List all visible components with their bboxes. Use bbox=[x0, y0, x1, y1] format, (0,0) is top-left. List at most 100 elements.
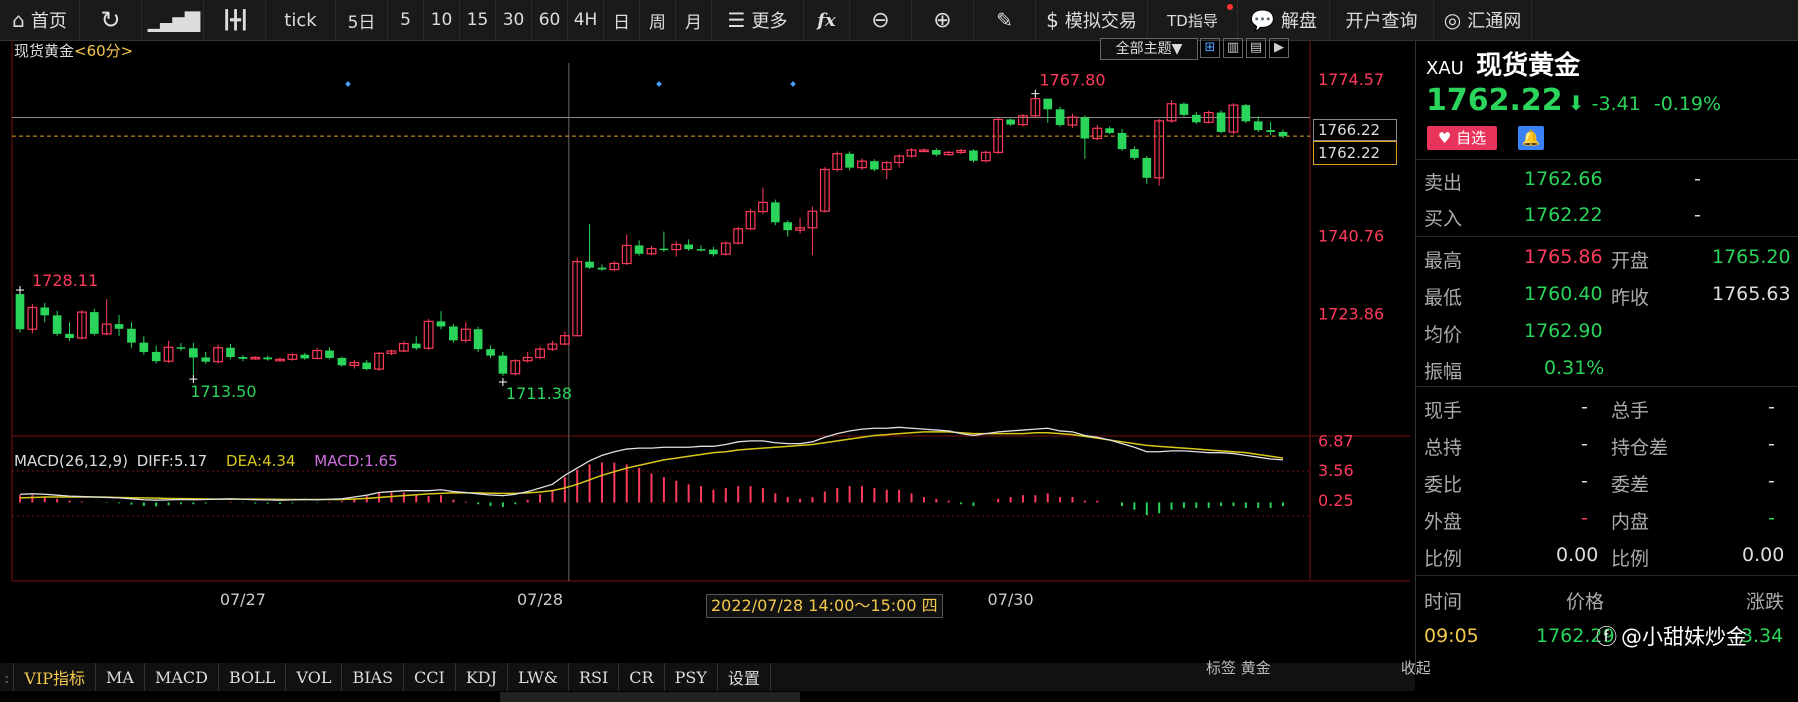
chart-area[interactable]: 1774.571740.761723.861757.676.873.560.25… bbox=[0, 38, 1415, 702]
bar-chart-button[interactable]: ▁▃▅▇ bbox=[142, 0, 204, 40]
candle-body-down bbox=[65, 333, 74, 339]
misc-row: 总持 - 持仓差 - bbox=[1416, 427, 1798, 463]
event-marker bbox=[656, 81, 662, 87]
tab-lw[interactable]: LW& bbox=[508, 663, 569, 691]
sim-trade-button[interactable]: $ 模拟交易 bbox=[1036, 0, 1148, 40]
open-account-button[interactable]: 开户查询 bbox=[1330, 0, 1434, 40]
candle-body-down bbox=[783, 222, 793, 231]
candle-body-down bbox=[337, 357, 347, 366]
tick-time: 09:05 bbox=[1424, 625, 1479, 647]
period-30[interactable]: 30 bbox=[496, 0, 532, 40]
row-value-2: - bbox=[1694, 204, 1701, 226]
candle-body-down bbox=[684, 244, 693, 250]
tab-ma[interactable]: MA bbox=[96, 663, 145, 691]
tab-bias[interactable]: BIAS bbox=[342, 663, 405, 691]
period-week[interactable]: 周 bbox=[640, 0, 676, 40]
layout-icon[interactable]: ▥ bbox=[1223, 38, 1243, 58]
bar-chart-icon: ▁▃▅▇ bbox=[147, 8, 201, 32]
event-marker bbox=[345, 81, 351, 87]
formula-button[interactable]: fx bbox=[804, 0, 850, 40]
draw-button[interactable]: ✎ bbox=[974, 0, 1036, 40]
tick-button[interactable]: tick bbox=[266, 0, 336, 40]
period-month[interactable]: 月 bbox=[676, 0, 712, 40]
candle-body-down bbox=[89, 312, 99, 334]
candle-body-down bbox=[449, 326, 458, 341]
bid-ask-row: 卖出 1762.66 - bbox=[1416, 162, 1798, 198]
period-5[interactable]: 5 bbox=[388, 0, 424, 40]
misc-value: - bbox=[1581, 396, 1588, 418]
misc-label: 现手 bbox=[1424, 400, 1463, 422]
zoom-out-button[interactable]: ⊖ bbox=[850, 0, 912, 40]
chart-tool-icons: ⊞ ▥ ▤ ▶ bbox=[1200, 38, 1289, 58]
notification-dot bbox=[1227, 4, 1233, 10]
candle-body-down bbox=[597, 267, 607, 270]
home-button[interactable]: ⌂ 首页 bbox=[0, 0, 80, 40]
candle-chart-button[interactable]: ┃╋┃ bbox=[204, 0, 266, 40]
candle-body-down bbox=[1278, 131, 1288, 137]
tab-settings[interactable]: 设置 bbox=[718, 663, 771, 691]
tick-header-time: 时间 bbox=[1424, 591, 1463, 613]
favorite-button[interactable]: ♥ 自选 bbox=[1427, 126, 1497, 150]
misc-row: 外盘 - 内盘 - bbox=[1416, 501, 1798, 537]
refresh-button[interactable]: ↻ bbox=[80, 0, 142, 40]
date-axis-label: 07/28 bbox=[517, 590, 563, 609]
tab-boll[interactable]: BOLL bbox=[219, 663, 287, 691]
crosshair-icon[interactable]: ⊞ bbox=[1200, 38, 1220, 58]
row-label: 卖出 bbox=[1424, 172, 1463, 194]
period-5day[interactable]: 5日 bbox=[336, 0, 388, 40]
play-icon[interactable]: ▶ bbox=[1269, 38, 1289, 58]
watermark-logo-icon: ⓕ bbox=[1596, 625, 1617, 649]
candle-body-down bbox=[1006, 119, 1015, 125]
more-button[interactable]: ☰ 更多 bbox=[712, 0, 804, 40]
tab-cr[interactable]: CR bbox=[619, 663, 665, 691]
candle-body-down bbox=[325, 350, 334, 358]
tab-vip[interactable]: VIP指标 bbox=[14, 663, 97, 691]
stat-value: 1762.90 bbox=[1524, 320, 1603, 342]
candle-body-down bbox=[114, 324, 124, 329]
candle-body-down bbox=[486, 349, 495, 356]
row-value: 1762.22 bbox=[1524, 204, 1603, 226]
scroll-handle[interactable] bbox=[500, 692, 800, 702]
indicator-tabs: : VIP指标 MA MACD BOLL VOL BIAS CCI KDJ LW… bbox=[0, 663, 1415, 691]
misc-value: 0.00 bbox=[1556, 544, 1599, 566]
bell-icon: 🔔 bbox=[1521, 129, 1541, 147]
misc-value-2: - bbox=[1768, 470, 1775, 492]
stat-value-2: 1765.63 bbox=[1712, 283, 1791, 305]
analysis-button[interactable]: 💬 解盘 bbox=[1238, 0, 1330, 40]
stat-value: 1760.40 bbox=[1524, 283, 1603, 305]
candle-body-down bbox=[226, 347, 235, 358]
period-day[interactable]: 日 bbox=[604, 0, 640, 40]
zoom-in-button[interactable]: ⊕ bbox=[912, 0, 974, 40]
low-marker-label: 1713.50 bbox=[190, 382, 256, 401]
tab-rsi[interactable]: RSI bbox=[569, 663, 620, 691]
price-line: 1762.22 ⬇ -3.41 -0.19% bbox=[1426, 83, 1721, 118]
candle-body-down bbox=[498, 355, 508, 374]
tab-kdj[interactable]: KDJ bbox=[456, 663, 509, 691]
tab-psy[interactable]: PSY bbox=[665, 663, 718, 691]
alert-button[interactable]: 🔔 bbox=[1518, 126, 1544, 150]
brand-button[interactable]: ◎ 汇通网 bbox=[1434, 0, 1532, 40]
price-chart[interactable]: 1774.571740.761723.861757.676.873.560.25… bbox=[0, 41, 1415, 622]
macd-axis-label: 3.56 bbox=[1318, 461, 1354, 480]
theme-select[interactable]: 全部主题▼ bbox=[1100, 38, 1198, 60]
divider bbox=[1416, 236, 1798, 237]
chart-title: 现货黄金<60分> bbox=[14, 42, 134, 60]
period-15[interactable]: 15 bbox=[460, 0, 496, 40]
period-4h[interactable]: 4H bbox=[568, 0, 604, 40]
period-60[interactable]: 60 bbox=[532, 0, 568, 40]
split-icon[interactable]: ▤ bbox=[1246, 38, 1266, 58]
misc-row: 委比 - 委差 - bbox=[1416, 464, 1798, 500]
pen-icon: ✎ bbox=[996, 8, 1013, 32]
home-icon: ⌂ bbox=[12, 8, 25, 32]
tab-cci[interactable]: CCI bbox=[404, 663, 456, 691]
candle-body-down bbox=[1080, 117, 1090, 139]
candle-body-down bbox=[1130, 149, 1139, 158]
candle-body-down bbox=[659, 248, 669, 251]
td-guide-button[interactable]: TD指导 bbox=[1148, 0, 1238, 40]
tab-vol[interactable]: VOL bbox=[286, 663, 343, 691]
stat-row: 最低 1760.40 昨收 1765.63 bbox=[1416, 277, 1798, 313]
period-10[interactable]: 10 bbox=[424, 0, 460, 40]
zoom-in-icon: ⊕ bbox=[933, 7, 952, 33]
tab-macd[interactable]: MACD bbox=[145, 663, 219, 691]
candle-body-down bbox=[151, 351, 161, 362]
